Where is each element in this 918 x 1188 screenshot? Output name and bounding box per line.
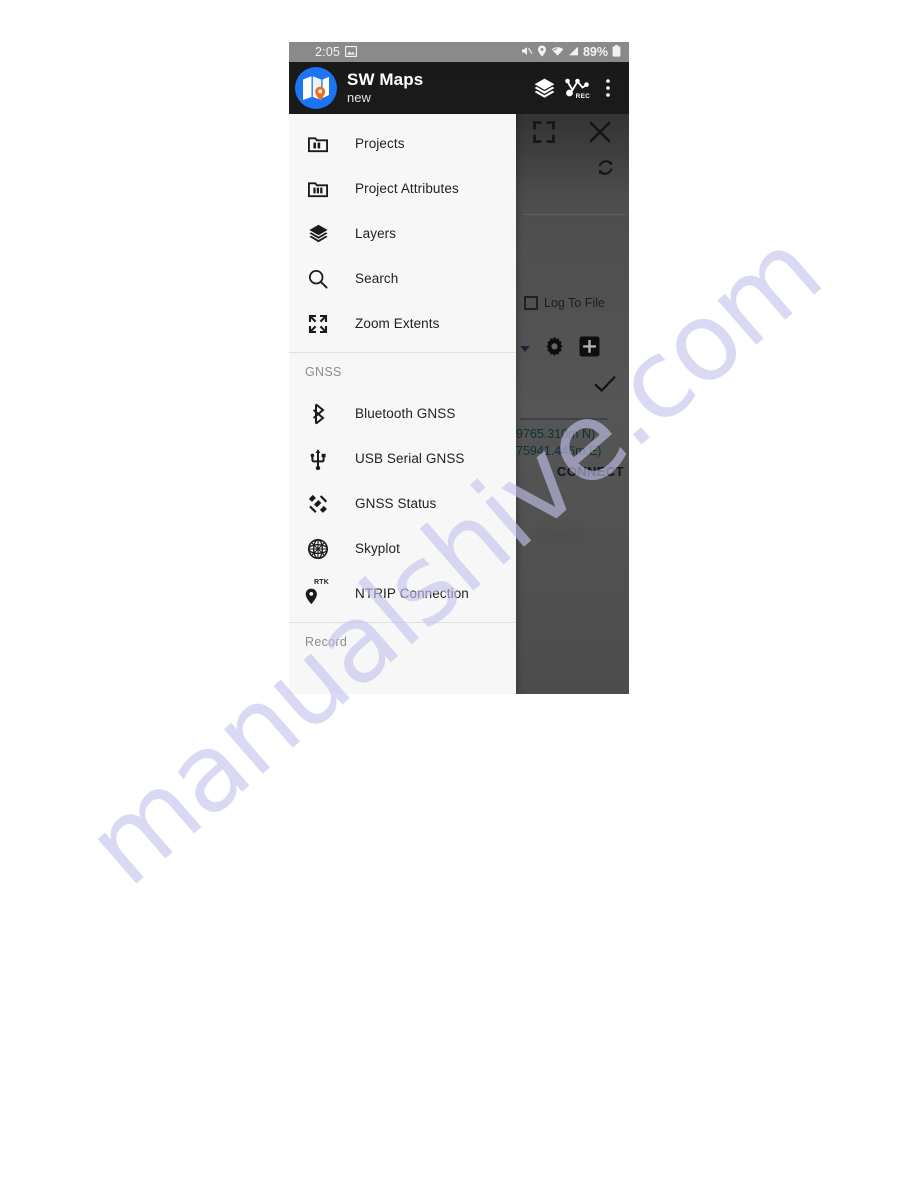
app-bar-actions: REC <box>529 70 623 106</box>
zoom-extents-icon <box>305 311 331 337</box>
navigation-drawer[interactable]: Projects Project Attributes Layers Searc… <box>289 114 516 694</box>
menu-item-bluetooth-gnss[interactable]: Bluetooth GNSS <box>289 391 516 436</box>
battery-percent-label: 89% <box>582 45 608 59</box>
panel-divider-bottom <box>520 418 608 420</box>
projects-icon <box>305 131 331 157</box>
gear-icon[interactable] <box>544 336 565 362</box>
layers-icon <box>305 221 331 247</box>
phone-screenshot: 2:05 89% Log To File 9765.310m N) 75941.… <box>289 42 629 694</box>
rtk-pin-icon: RTK <box>305 578 331 607</box>
section-header-record: Record <box>305 635 348 649</box>
coordinate-north: 9765.310m N) <box>516 427 596 441</box>
rtk-pin-icon-wrap: RTK <box>305 578 331 607</box>
menu-item-label: Zoom Extents <box>355 316 440 331</box>
cellular-signal-icon <box>568 46 579 58</box>
menu-item-layers[interactable]: Layers <box>289 211 516 256</box>
menu-item-label: Search <box>355 271 399 286</box>
menu-item-label: Projects <box>355 136 405 151</box>
project-name-label: new <box>347 90 371 106</box>
menu-item-zoom-extents[interactable]: Zoom Extents <box>289 301 516 346</box>
panel-icon-row <box>516 336 629 362</box>
location-icon <box>537 45 547 59</box>
coordinate-east: 75941.446m E) <box>516 443 602 458</box>
menu-item-label: Skyplot <box>355 541 400 556</box>
screenshot-icon <box>344 45 358 59</box>
search-icon <box>305 266 331 292</box>
layers-icon[interactable] <box>529 70 559 106</box>
menu-item-projects[interactable]: Projects <box>289 121 516 166</box>
record-track-icon[interactable]: REC <box>561 70 591 106</box>
chevron-down-icon[interactable] <box>520 346 530 352</box>
usb-icon <box>305 446 331 472</box>
panel-top-actions <box>516 114 629 154</box>
wifi-icon <box>551 46 564 59</box>
menu-item-label: Bluetooth GNSS <box>355 406 456 421</box>
rtk-badge-label: RTK <box>314 578 329 586</box>
status-bar-right: 89% <box>521 45 621 59</box>
check-icon[interactable] <box>593 374 617 399</box>
bluetooth-icon <box>305 401 331 427</box>
log-to-file-checkbox[interactable] <box>524 296 538 310</box>
menu-item-label: NTRIP Connection <box>355 586 469 601</box>
menu-item-usb-serial-gnss[interactable]: USB Serial GNSS <box>289 436 516 481</box>
fullscreen-crop-icon[interactable] <box>532 120 555 148</box>
status-bar: 2:05 89% <box>289 42 629 62</box>
refresh-icon[interactable] <box>596 158 615 182</box>
log-to-file-row[interactable]: Log To File <box>524 296 605 310</box>
coordinates-readout: 9765.310m N) 75941.446m E) <box>516 426 629 460</box>
status-bar-left: 2:05 <box>315 45 358 59</box>
overflow-menu-icon[interactable] <box>593 70 623 106</box>
battery-icon <box>612 45 621 59</box>
menu-item-label: Project Attributes <box>355 181 459 196</box>
mute-icon <box>521 45 533 59</box>
section-header-gnss: GNSS <box>305 365 342 379</box>
menu-item-label: USB Serial GNSS <box>355 451 465 466</box>
status-bar-clock: 2:05 <box>315 45 341 59</box>
menu-item-search[interactable]: Search <box>289 256 516 301</box>
menu-item-project-attributes[interactable]: Project Attributes <box>289 166 516 211</box>
connect-button[interactable]: CONNECT <box>557 464 624 479</box>
app-bar: SW Maps new REC <box>289 62 629 114</box>
menu-item-skyplot[interactable]: Skyplot <box>289 526 516 571</box>
log-to-file-label: Log To File <box>544 296 605 310</box>
app-bar-titles: SW Maps new <box>347 71 529 104</box>
record-badge-label: REC <box>575 93 590 100</box>
drawer-top-spacer <box>289 114 516 121</box>
menu-item-label: GNSS Status <box>355 496 437 511</box>
close-icon[interactable] <box>588 120 612 149</box>
project-attributes-icon <box>305 176 331 202</box>
menu-item-gnss-status[interactable]: GNSS Status <box>289 481 516 526</box>
menu-item-ntrip-connection[interactable]: RTK NTRIP Connection <box>289 571 516 616</box>
sw-maps-logo[interactable] <box>295 67 337 109</box>
page-title: SW Maps <box>347 70 424 90</box>
panel-divider-top <box>522 214 626 215</box>
add-square-icon[interactable] <box>579 336 600 362</box>
skyplot-globe-icon <box>305 536 331 562</box>
gnss-connection-panel: Log To File 9765.310m N) 75941.446m E) C… <box>516 114 629 694</box>
satellite-icon <box>305 491 331 517</box>
menu-item-label: Layers <box>355 226 397 241</box>
